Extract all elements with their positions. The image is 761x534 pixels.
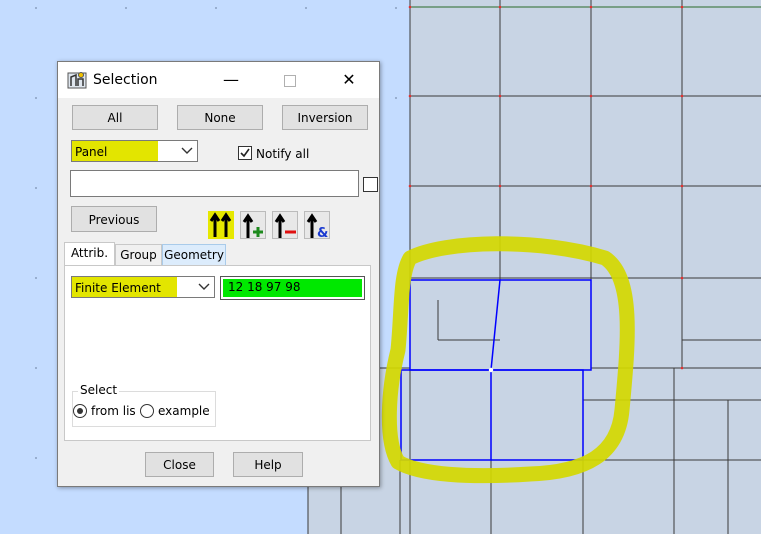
notify-all-checkbox[interactable]	[238, 146, 252, 160]
add-to-selection-button[interactable]	[240, 211, 266, 239]
element-ids-field[interactable]: 12 18 97 98	[220, 276, 365, 300]
select-all-arrows-button[interactable]	[208, 211, 234, 239]
element-type-combo[interactable]: Finite Element	[71, 276, 215, 298]
filter-checkbox[interactable]	[363, 177, 378, 192]
element-ids-value: 12 18 97 98	[228, 280, 301, 294]
chevron-down-icon	[198, 283, 210, 290]
radio-from-list[interactable]	[73, 404, 87, 418]
radio-from-list-label: from lis	[91, 404, 136, 418]
close-window-button[interactable]: ✕	[326, 62, 372, 98]
close-button[interactable]: Close	[145, 452, 214, 477]
radio-example-label: example	[158, 404, 210, 418]
intersect-selection-button[interactable]: &	[304, 211, 330, 241]
previous-button[interactable]: Previous	[71, 206, 157, 232]
minimize-button[interactable]: —	[208, 62, 254, 98]
selection-mode-combo[interactable]: Panel	[71, 140, 198, 162]
tab-geometry[interactable]: Geometry	[162, 244, 226, 266]
select-group-label: Select	[78, 383, 120, 397]
checkmark-icon	[240, 148, 250, 158]
select-all-arrows-icon	[209, 212, 232, 237]
dialog-titlebar[interactable]: Selection — ✕	[58, 62, 379, 98]
maximize-icon	[284, 74, 296, 87]
maximize-button[interactable]	[267, 62, 313, 98]
element-type-value: Finite Element	[75, 281, 161, 295]
radio-example[interactable]	[140, 404, 154, 418]
add-to-selection-icon	[242, 213, 263, 238]
remove-from-selection-button[interactable]	[272, 211, 298, 239]
filter-input[interactable]	[70, 170, 359, 197]
inversion-button[interactable]: Inversion	[282, 105, 368, 130]
tab-group[interactable]: Group	[115, 244, 162, 266]
notify-all-label: Notify all	[256, 147, 310, 161]
help-button[interactable]: Help	[233, 452, 303, 477]
tab-attrib[interactable]: Attrib.	[64, 242, 115, 266]
remove-from-selection-icon	[274, 213, 296, 238]
dialog-title: Selection	[93, 72, 158, 88]
none-button[interactable]: None	[177, 105, 263, 130]
intersect-selection-icon: &	[306, 213, 328, 241]
selection-mode-value: Panel	[75, 145, 108, 159]
chevron-down-icon	[181, 147, 193, 154]
app-icon	[67, 72, 87, 89]
svg-text:&: &	[317, 226, 328, 240]
all-button[interactable]: All	[72, 105, 158, 130]
